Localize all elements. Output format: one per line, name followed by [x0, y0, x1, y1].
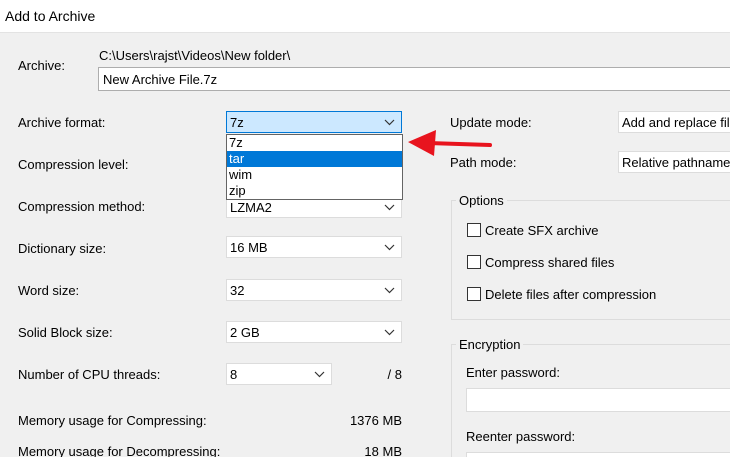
archive-name-field[interactable]: New Archive File.7z: [98, 67, 730, 91]
word-size-select[interactable]: 32: [226, 279, 402, 301]
dictionary-size-select[interactable]: 16 MB: [226, 236, 402, 258]
update-mode-label: Update mode:: [450, 115, 532, 130]
update-mode-select[interactable]: Add and replace files: [618, 111, 730, 133]
archive-format-select[interactable]: 7z: [226, 111, 402, 133]
chevron-down-icon: [384, 329, 395, 336]
chevron-down-icon: [314, 371, 325, 378]
compress-shared-checkbox[interactable]: [467, 255, 481, 269]
memory-decompress-value: 18 MB: [364, 444, 402, 457]
delete-after-label: Delete files after compression: [485, 287, 657, 302]
format-option-7z[interactable]: 7z: [227, 135, 402, 151]
window-title: Add to Archive: [5, 8, 96, 24]
archive-format-dropdown: 7z tar wim zip: [226, 134, 403, 200]
annotation-arrow-icon: [408, 130, 492, 156]
format-option-zip[interactable]: zip: [227, 183, 402, 199]
password-field[interactable]: [466, 388, 730, 412]
cpu-threads-label: Number of CPU threads:: [18, 367, 161, 382]
update-mode-value: Add and replace files: [622, 115, 730, 130]
format-option-tar[interactable]: tar: [227, 151, 402, 167]
solid-block-size-label: Solid Block size:: [18, 325, 113, 340]
memory-decompress-label: Memory usage for Decompressing:: [18, 444, 221, 457]
reenter-password-field[interactable]: [466, 452, 730, 457]
word-size-value: 32: [230, 283, 245, 298]
compression-method-label: Compression method:: [18, 199, 146, 214]
title-bar: Add to Archive: [0, 0, 730, 33]
chevron-down-icon: [384, 287, 395, 294]
solid-block-size-select[interactable]: 2 GB: [226, 321, 402, 343]
path-mode-label: Path mode:: [450, 155, 517, 170]
chevron-down-icon: [384, 244, 395, 251]
format-option-wim[interactable]: wim: [227, 167, 402, 183]
memory-compress-label: Memory usage for Compressing:: [18, 413, 207, 428]
archive-path: C:\Users\rajst\Videos\New folder\: [99, 48, 291, 63]
solid-block-size-value: 2 GB: [230, 325, 260, 340]
compression-method-value: LZMA2: [230, 200, 272, 215]
cpu-threads-select[interactable]: 8: [226, 363, 332, 385]
archive-name-value: New Archive File.7z: [103, 72, 218, 87]
compression-level-label: Compression level:: [18, 157, 129, 172]
chevron-down-icon: [384, 119, 395, 126]
memory-compress-value: 1376 MB: [349, 413, 402, 428]
archive-format-label: Archive format:: [18, 115, 106, 130]
archive-format-value: 7z: [230, 115, 244, 130]
cpu-threads-max: / 8: [387, 367, 402, 382]
word-size-label: Word size:: [18, 283, 80, 298]
archive-label: Archive:: [18, 58, 65, 73]
compress-shared-label: Compress shared files: [485, 255, 615, 270]
create-sfx-checkbox[interactable]: [467, 223, 481, 237]
reenter-password-label: Reenter password:: [466, 429, 576, 444]
create-sfx-label: Create SFX archive: [485, 223, 599, 238]
encryption-title: Encryption: [456, 337, 524, 352]
chevron-down-icon: [384, 204, 395, 211]
cpu-threads-value: 8: [230, 367, 238, 382]
options-title: Options: [456, 193, 507, 208]
dictionary-size-label: Dictionary size:: [18, 241, 107, 256]
enter-password-label: Enter password:: [466, 365, 560, 380]
path-mode-select[interactable]: Relative pathnames: [618, 151, 730, 173]
delete-after-checkbox[interactable]: [467, 287, 481, 301]
path-mode-value: Relative pathnames: [622, 155, 730, 170]
dictionary-size-value: 16 MB: [230, 240, 268, 255]
